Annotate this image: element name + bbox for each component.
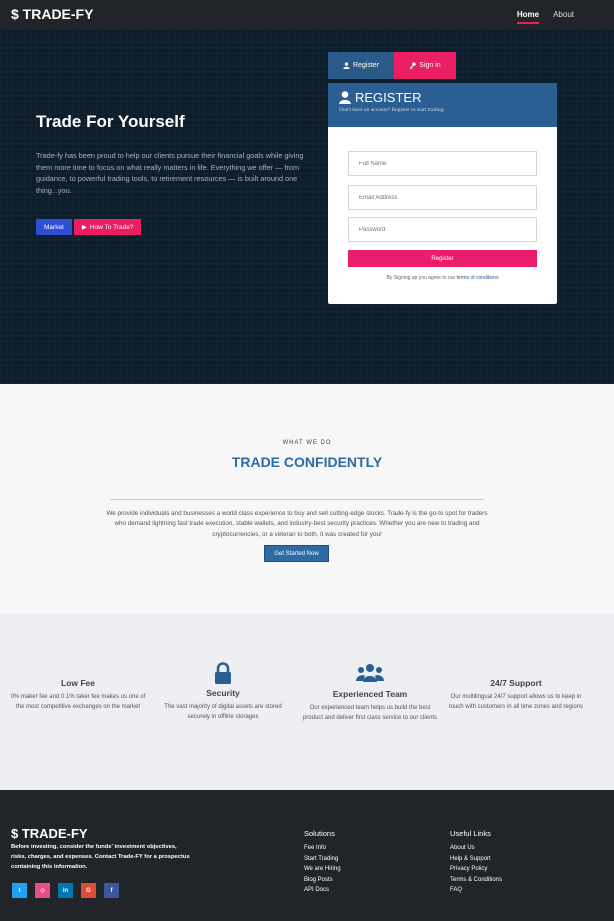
register-title: REGISTER (339, 90, 546, 105)
lock-icon (215, 662, 231, 684)
nav-link-about[interactable]: About (553, 10, 574, 24)
facebook-icon[interactable]: f (104, 883, 119, 898)
nav-links: Home About (516, 10, 574, 24)
what-we-do-section: WHAT WE DO TRADE CONFIDENTLY We provide … (0, 384, 614, 613)
auth-tabs: Register Sign in (328, 52, 456, 79)
users-icon (356, 664, 384, 682)
get-started-button[interactable]: Get Started Now (264, 545, 329, 562)
footer-column-title: Solutions (304, 829, 335, 838)
hero-section: Trade For Yourself Trade-fy has been pro… (0, 30, 614, 384)
feature-title: Experienced Team (332, 689, 408, 699)
feature-support: 24/7 Support Our multilingual 24/7 suppo… (446, 678, 586, 712)
feature-title: Low Fee (60, 678, 95, 688)
twitter-icon[interactable]: t (12, 883, 27, 898)
footer-link-start-trading[interactable]: Start Trading (304, 856, 341, 862)
feature-text: 0% maker fee and 0.1% taker fee makes us… (10, 694, 146, 710)
user-icon (343, 62, 350, 69)
footer-link-faq[interactable]: FAQ (450, 887, 502, 893)
divider (110, 499, 484, 500)
footer-link-privacy[interactable]: Privacy Policy (450, 866, 502, 872)
footer-link-fee-info[interactable]: Fee Info (304, 845, 341, 851)
how-to-trade-button[interactable]: ▶ How To Trade? (73, 219, 142, 235)
footer-link-about[interactable]: About Us (450, 845, 502, 851)
hero-description: Trade-fy has been proud to help our clie… (36, 151, 304, 195)
user-icon (339, 91, 351, 104)
feature-experienced-team: Experienced Team Our experienced team he… (300, 663, 440, 723)
hero-buttons: Market ▶ How To Trade? (36, 219, 142, 235)
market-button[interactable]: Market (36, 219, 72, 235)
feature-title: Security (206, 688, 240, 698)
social-links: t ◎ in G f (12, 883, 119, 898)
email-input[interactable] (348, 185, 537, 210)
register-card-header: REGISTER Don't have an account? Register… (328, 83, 557, 127)
market-label: Market (44, 223, 64, 231)
footer-logo[interactable]: $ TRADE-FY (11, 826, 88, 841)
register-title-text: REGISTER (355, 90, 422, 105)
hero-title: Trade For Yourself (36, 112, 185, 131)
tab-signin-label: Sign in (419, 62, 441, 69)
section-title: TRADE CONFIDENTLY (231, 454, 383, 470)
top-navbar: $ TRADE-FY Home About (0, 0, 614, 30)
footer-link-terms[interactable]: Terms & Conditions (450, 877, 502, 883)
dribbble-icon[interactable]: ◎ (35, 883, 50, 898)
footer-disclaimer: Before investing, consider the funds' in… (11, 844, 190, 870)
tab-signin[interactable]: Sign in (394, 52, 456, 79)
feature-text: Our multilingual 24/7 support allows us … (448, 694, 584, 710)
register-submit-button[interactable]: Register (348, 250, 537, 267)
password-input[interactable] (348, 217, 537, 242)
nav-link-home[interactable]: Home (516, 10, 540, 24)
terms-prefix: By Signing up you agree to our (386, 275, 457, 281)
section-description: We provide individuals and businesses a … (106, 510, 488, 538)
feature-text: The vast majority of digital assets are … (164, 704, 282, 720)
footer-link-blog[interactable]: Blog Posts (304, 877, 341, 883)
brand-logo[interactable]: $ TRADE-FY (11, 6, 93, 22)
register-card: REGISTER Don't have an account? Register… (328, 83, 557, 304)
footer-link-help[interactable]: Help & Support (450, 856, 502, 862)
feature-security: Security The vast majority of digital as… (153, 662, 293, 722)
footer: $ TRADE-FY Before investing, consider th… (0, 790, 614, 921)
feature-text: Our experienced team helps us build the … (302, 705, 438, 721)
feature-title: 24/7 Support (490, 678, 542, 688)
full-name-input[interactable] (348, 151, 537, 176)
terms-link[interactable]: terms of conditions (457, 275, 499, 281)
terms-note: By Signing up you agree to our terms of … (328, 275, 557, 281)
tab-register[interactable]: Register (328, 52, 394, 79)
footer-link-api-docs[interactable]: API Docs (304, 887, 341, 893)
play-icon: ▶ (81, 224, 87, 231)
how-to-trade-label: How To Trade? (89, 223, 134, 231)
footer-column-title: Useful Links (450, 829, 491, 838)
footer-link-hiring[interactable]: We are Hiring (304, 866, 341, 872)
features-section: Low Fee 0% maker fee and 0.1% taker fee … (0, 613, 614, 790)
section-eyebrow: WHAT WE DO (282, 440, 332, 446)
register-subtitle: Don't have an account? Register to start… (339, 107, 445, 113)
key-icon (409, 62, 416, 69)
footer-solutions: Solutions Fee Info Start Trading We are … (304, 829, 341, 898)
tab-register-label: Register (352, 62, 380, 69)
google-icon[interactable]: G (81, 883, 96, 898)
linkedin-icon[interactable]: in (58, 883, 73, 898)
feature-low-fee: Low Fee 0% maker fee and 0.1% taker fee … (8, 678, 148, 712)
footer-useful-links: Useful Links About Us Help & Support Pri… (450, 829, 502, 898)
